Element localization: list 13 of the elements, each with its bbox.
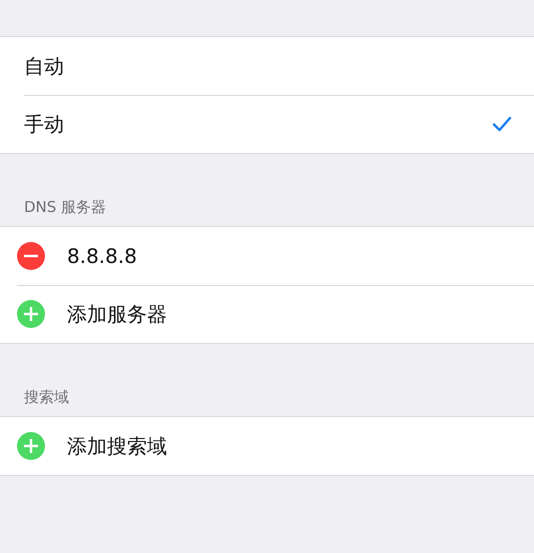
option-row[interactable]: 手动 [0, 95, 534, 153]
section-header: DNS 服务器 [24, 198, 106, 216]
option-label: 手动 [24, 110, 65, 138]
checkmark-icon [492, 116, 512, 132]
row-label: 8.8.8.8 [67, 244, 138, 268]
option-label: 自动 [24, 52, 65, 80]
add-icon[interactable] [17, 432, 45, 460]
row-label: 添加搜索域 [67, 432, 168, 460]
remove-icon[interactable] [17, 242, 45, 270]
row-label: 添加服务器 [67, 300, 168, 328]
add-icon[interactable] [17, 300, 45, 328]
section-header: 搜索域 [24, 388, 69, 406]
option-row[interactable]: 自动 [0, 37, 534, 95]
